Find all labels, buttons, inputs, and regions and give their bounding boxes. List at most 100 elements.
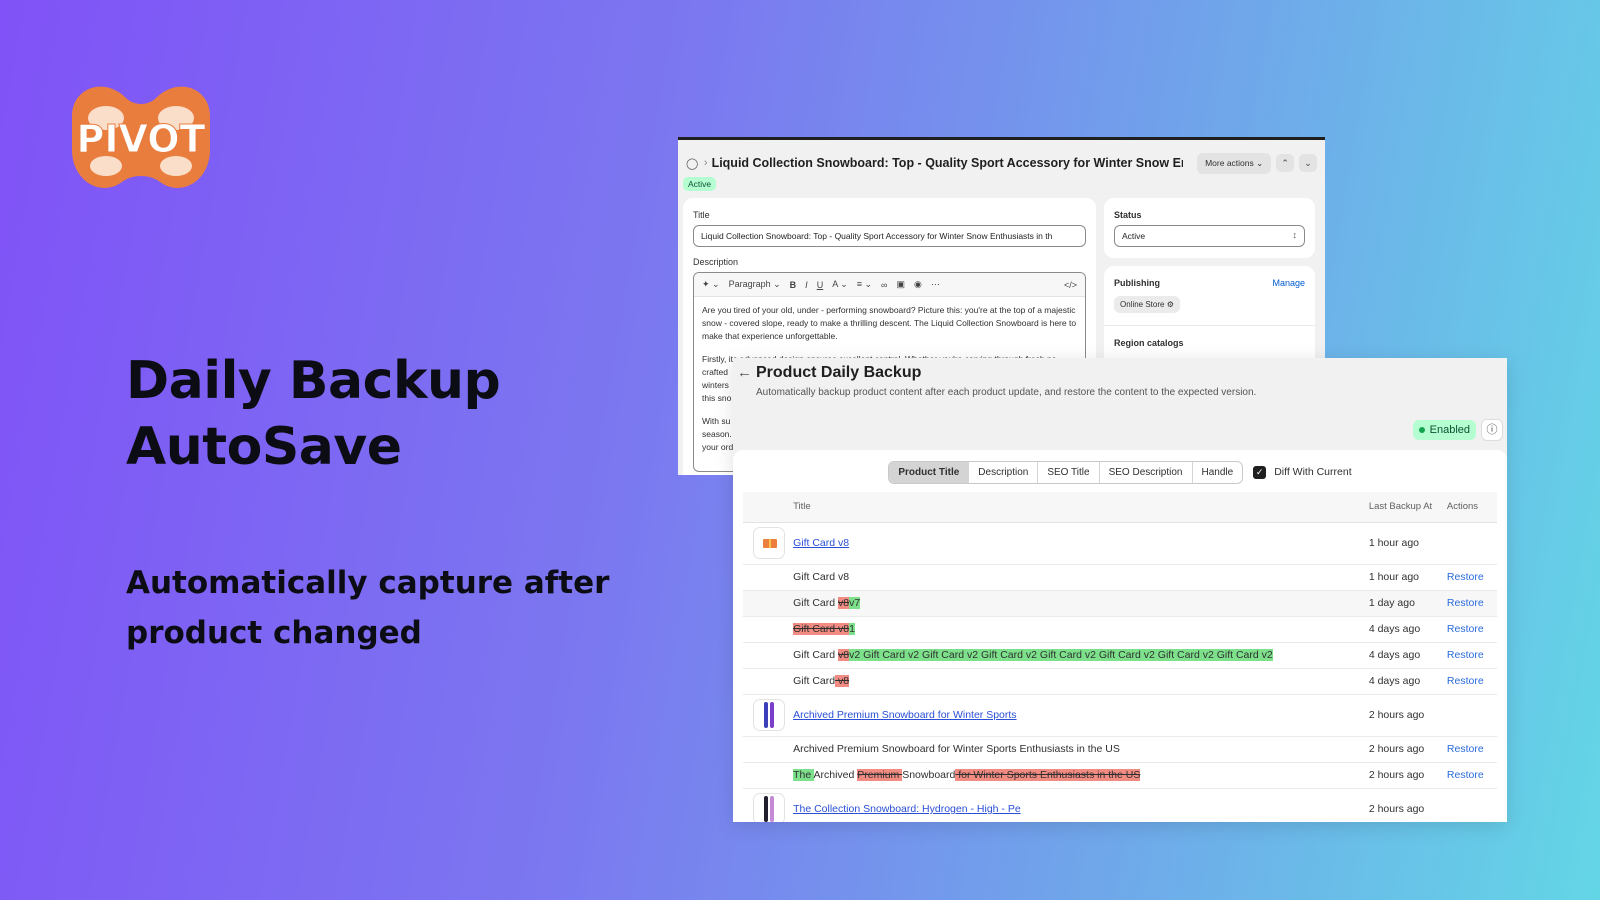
status-dot-icon [1418,427,1425,433]
restore-button[interactable]: Restore [1447,623,1484,635]
diff-same: Gift Card [793,597,838,609]
previous-product-button[interactable]: ⌃ [1276,154,1295,172]
description-label: Description [693,257,739,267]
more-icon[interactable]: ⋯ [931,279,940,290]
page-title: Product Daily Backup [756,364,922,381]
tabs-row: Product Title Description SEO Title SEO … [743,460,1497,484]
column-actions: Actions [1446,492,1497,523]
italic-icon[interactable]: I [805,280,808,290]
status-label: Status [1114,210,1142,220]
diff-inserted: The [793,769,814,781]
backup-time: 4 days ago [1368,642,1447,669]
info-icon[interactable]: ⓘ [1481,419,1503,441]
snowboard-thumbnail [753,793,785,822]
diff-same: Gift Card [793,649,838,661]
restore-button[interactable]: Restore [1447,743,1484,755]
status-badge: Active [683,177,717,191]
tab-description[interactable]: Description [969,461,1039,483]
backup-time: 2 hours ago [1368,762,1447,789]
text-color-icon[interactable]: A ⌄ [832,279,848,290]
tag-icon: ◯ [686,157,699,170]
diff-label: Diff With Current [1274,466,1352,478]
underline-icon[interactable]: U [817,280,824,290]
code-icon[interactable]: </> [1064,280,1077,290]
backup-version-row: Gift Card v81 4 days ago Restore [743,616,1497,643]
format-select-label: Paragraph [728,279,771,289]
backup-card: Product Title Description SEO Title SEO … [733,450,1507,822]
backup-window: ← Product Daily Backup Automatically bac… [733,358,1507,822]
more-actions-label: More actions [1205,157,1254,168]
restore-button[interactable]: Restore [1447,571,1484,583]
diff-same: Gift Card [793,675,836,687]
product-link[interactable]: Archived Premium Snowboard for Winter Sp… [793,709,1017,721]
backup-time: 4 days ago [1368,616,1447,643]
back-arrow-icon[interactable]: ← [737,364,752,381]
magic-icon[interactable]: ✦ ⌄ [702,279,720,290]
logo-text: PIVOT [77,117,206,161]
link-icon[interactable]: ∞ [881,280,887,290]
editor-header: ◯ › Liquid Collection Snowboard: Top - Q… [678,140,1325,174]
more-actions-button[interactable]: More actions ⌄ [1197,152,1272,174]
diff-deleted: Gift Card v8 [793,623,850,635]
diff-deleted: v8 [838,597,850,609]
gift-card-thumbnail [753,527,785,559]
version-diff: Gift Card v8v2 Gift Card v2 Gift Card v2… [793,642,1369,669]
product-title-heading: Liquid Collection Snowboard: Top - Quali… [711,156,1184,170]
column-last-backup: Last Backup At [1368,492,1447,523]
format-select[interactable]: Paragraph ⌄ [729,279,781,290]
backup-version-row: The Archived Premium Snowboard for Winte… [743,762,1497,789]
breadcrumb-separator: › [703,157,708,169]
tab-seo-title[interactable]: SEO Title [1038,461,1100,483]
subheadline: Automatically capture after product chan… [126,558,626,658]
product-row: Gift Card v8 1 hour ago [743,522,1497,565]
restore-button[interactable]: Restore [1447,597,1484,609]
diff-same: Archived [813,769,858,781]
online-store-label: Online Store [1120,300,1165,309]
bold-icon[interactable]: B [790,280,797,290]
title-label: Title [693,210,710,220]
description-paragraph-1: Are you tired of your old, under - perfo… [702,305,1077,341]
headline: Daily Backup AutoSave [126,348,501,480]
next-product-button[interactable]: ⌄ [1299,154,1317,172]
diff-inserted: v7 [849,597,861,609]
diff-inserted: v2 Gift Card v2 Gift Card v2 Gift Card v… [849,649,1273,661]
product-link[interactable]: Gift Card v8 [793,537,849,549]
subheadline-line-2: product changed [126,615,422,651]
diff-deleted: v8 [835,675,850,687]
backup-time: 1 hour ago [1368,564,1447,591]
image-icon[interactable]: ▣ [896,279,905,290]
publishing-label: Publishing [1114,278,1160,288]
table-header-row: Title Last Backup At Actions [743,492,1497,523]
product-link[interactable]: The Collection Snowboard: Hydrogen - Hig… [793,803,1021,815]
restore-button[interactable]: Restore [1447,675,1484,687]
align-icon[interactable]: ≡ ⌄ [857,279,872,290]
online-store-chip[interactable]: Online Store ⚙ [1114,296,1180,313]
enabled-badge: Enabled [1412,420,1476,440]
title-field[interactable]: Liquid Collection Snowboard: Top - Quali… [693,225,1086,247]
backup-time: 2 hours ago [1368,788,1447,822]
restore-button[interactable]: Restore [1447,769,1484,781]
backup-time: 2 hours ago [1368,736,1447,763]
tab-product-title[interactable]: Product Title [889,461,970,483]
snowboard-thumbnail [753,699,785,731]
diff-same: Snowboard [902,769,956,781]
enabled-label: Enabled [1429,424,1470,436]
version-title: Gift Card v8 [793,564,1369,591]
diff-with-current-toggle[interactable]: ✓ Diff With Current [1253,465,1352,479]
restore-button[interactable]: Restore [1447,649,1484,661]
status-select[interactable]: Active [1114,225,1305,247]
subheadline-line-1: Automatically capture after [126,565,610,601]
column-title: Title [793,492,1369,523]
tab-seo-description[interactable]: SEO Description [1100,461,1193,483]
tab-handle[interactable]: Handle [1193,462,1243,483]
page-description: Automatically backup product content aft… [756,387,1257,398]
version-title: Archived Premium Snowboard for Winter Sp… [793,736,1369,763]
checkbox-checked-icon[interactable]: ✓ [1253,465,1267,479]
backup-version-row: Archived Premium Snowboard for Winter Sp… [743,736,1497,763]
diff-deleted: Premium [857,769,903,781]
video-icon[interactable]: ◉ [914,279,922,290]
region-catalogs-label: Region catalogs [1114,338,1184,348]
manage-link[interactable]: Manage [1272,278,1305,288]
version-diff: Gift Card v8 [793,668,1369,695]
headline-line-2: AutoSave [126,417,402,477]
